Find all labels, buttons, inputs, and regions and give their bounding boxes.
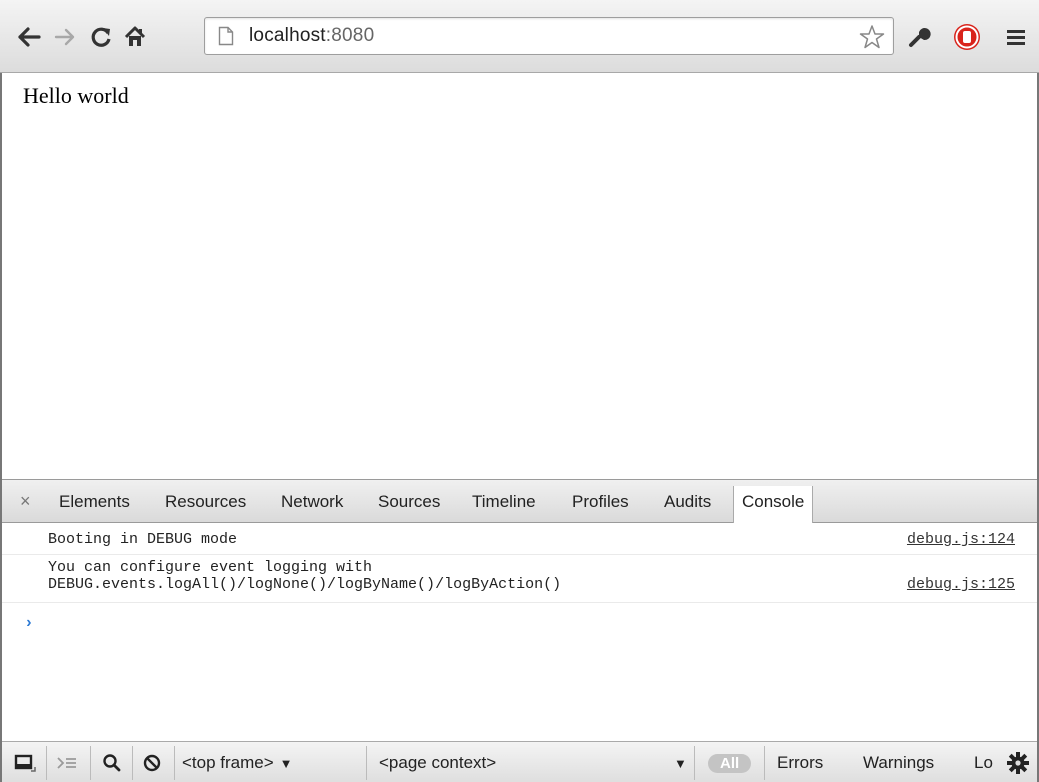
filter-logs[interactable]: Lo — [974, 751, 993, 775]
filter-warnings[interactable]: Warnings — [863, 751, 934, 775]
address-bar[interactable]: localhost:8080 — [204, 17, 894, 55]
console-message-text: Booting in DEBUG mode — [48, 531, 238, 548]
dock-icon[interactable] — [14, 751, 36, 775]
chevron-down-icon[interactable]: ▼ — [674, 751, 687, 775]
frame-select-label: <top frame> — [182, 753, 274, 772]
filter-all[interactable]: All — [708, 751, 752, 775]
filter-all-label: All — [708, 753, 752, 773]
tab-audits[interactable]: Audits — [664, 492, 711, 512]
divider — [366, 746, 367, 780]
console-message-text: DEBUG.events.logAll()/logNone()/logByNam… — [48, 576, 562, 593]
divider — [46, 746, 47, 780]
divider — [132, 746, 133, 780]
filter-errors[interactable]: Errors — [777, 751, 823, 775]
menu-icon[interactable] — [1001, 22, 1031, 52]
context-select-label: <page context> — [379, 753, 497, 772]
console-message: Booting in DEBUG mode debug.js:124 — [2, 524, 1037, 555]
search-icon[interactable] — [102, 751, 122, 775]
tab-timeline[interactable]: Timeline — [472, 492, 536, 512]
tab-console[interactable]: Console — [733, 486, 814, 523]
console-output[interactable]: Booting in DEBUG mode debug.js:124 You c… — [2, 524, 1037, 741]
console-message-text: You can configure event logging with — [48, 559, 373, 576]
console-prompt-icon[interactable]: › — [24, 614, 34, 632]
browser-toolbar: localhost:8080 — [0, 0, 1039, 73]
tab-profiles[interactable]: Profiles — [572, 492, 629, 512]
url-port: :8080 — [325, 25, 375, 46]
gear-icon[interactable] — [1006, 751, 1030, 775]
reload-icon[interactable] — [86, 22, 116, 52]
tab-network[interactable]: Network — [281, 492, 343, 512]
divider — [90, 746, 91, 780]
show-console-icon[interactable] — [56, 751, 78, 775]
wrench-icon[interactable] — [904, 22, 934, 52]
divider — [694, 746, 695, 780]
home-icon[interactable] — [120, 22, 150, 52]
context-select[interactable]: <page context> — [379, 751, 496, 775]
page-body-text: Hello world — [23, 83, 129, 108]
tab-resources[interactable]: Resources — [165, 492, 246, 512]
console-source-link[interactable]: debug.js:125 — [907, 576, 1015, 593]
tab-sources[interactable]: Sources — [378, 492, 440, 512]
web-page-viewport: Hello world — [2, 74, 1037, 479]
url-host: localhost — [249, 25, 326, 46]
close-icon[interactable]: × — [20, 491, 31, 512]
devtools-panel: × Elements Resources Network Sources Tim… — [2, 479, 1037, 782]
star-icon[interactable] — [859, 24, 885, 55]
back-icon[interactable] — [14, 22, 44, 52]
console-source-link[interactable]: debug.js:124 — [907, 531, 1015, 548]
forward-icon[interactable] — [50, 22, 80, 52]
divider — [764, 746, 765, 780]
divider — [174, 746, 175, 780]
devtools-status-bar: <top frame> ▼ <page context> ▼ All Error… — [2, 741, 1037, 782]
url-text[interactable]: localhost:8080 — [249, 25, 374, 47]
chevron-down-icon: ▼ — [279, 755, 293, 771]
devtools-tab-bar: × Elements Resources Network Sources Tim… — [2, 480, 1037, 523]
console-message: You can configure event logging with DEB… — [2, 555, 1037, 603]
page-icon — [218, 26, 234, 51]
frame-select[interactable]: <top frame> ▼ — [182, 751, 293, 775]
clear-console-icon[interactable] — [142, 751, 162, 775]
stop-extension-icon[interactable] — [952, 22, 982, 52]
tab-elements[interactable]: Elements — [59, 492, 130, 512]
